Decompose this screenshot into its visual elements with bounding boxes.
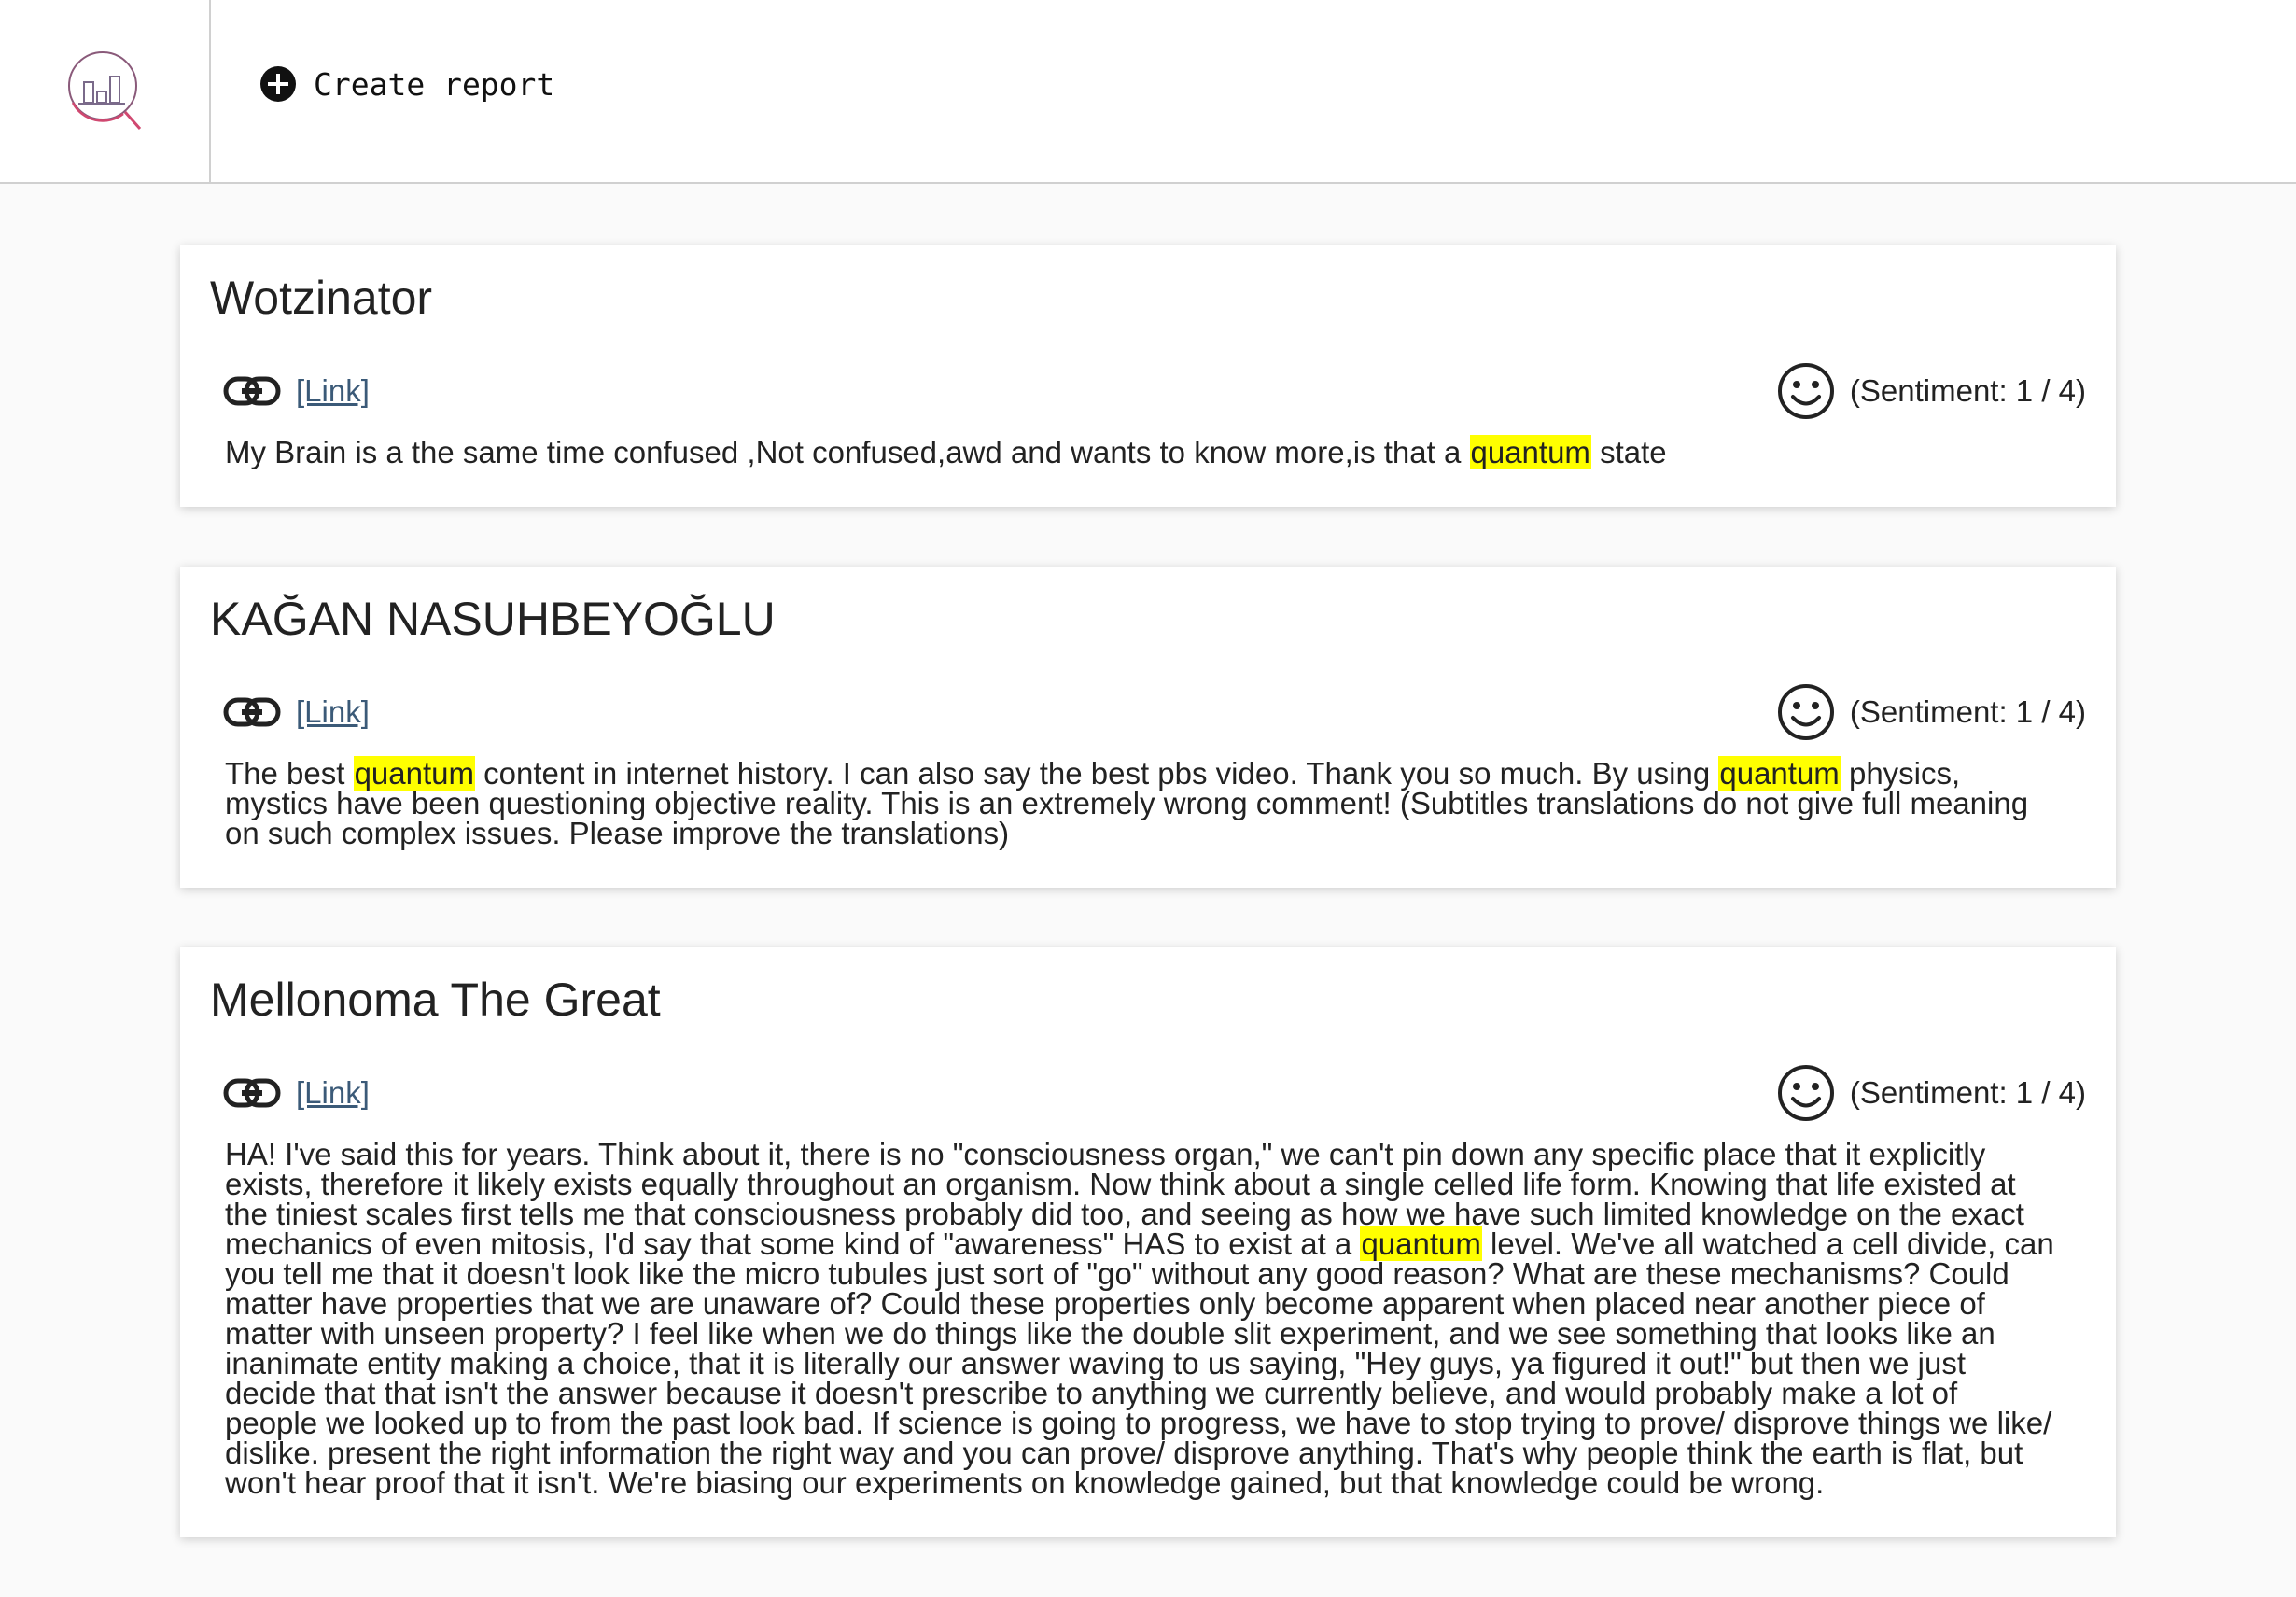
link-label[interactable]: [Link] <box>296 373 370 409</box>
sentiment: (Sentiment: 1 / 4) <box>1777 684 2086 740</box>
comment-card: KAĞAN NASUHBEYOĞLU [Link] (Sentiment: 1 … <box>180 567 2116 888</box>
link-icon <box>223 376 281 406</box>
comment-body: HA! I've said this for years. Think abou… <box>225 1139 2058 1500</box>
comment-author: Mellonoma The Great <box>210 974 661 1026</box>
comment-link[interactable]: [Link] <box>223 684 370 740</box>
comment-text-segment: state <box>1590 435 1667 469</box>
comment-meta: [Link] (Sentiment: 1 / 4) <box>210 363 2086 419</box>
create-report-button[interactable]: Create report <box>259 63 554 105</box>
comment-card: Mellonoma The Great [Link] (Sentiment: 1… <box>180 947 2116 1537</box>
top-bar: Create report <box>0 0 2296 184</box>
analytics-search-icon[interactable] <box>63 47 142 131</box>
sentiment-label: (Sentiment: 1 / 4) <box>1849 694 2086 729</box>
comment-link[interactable]: [Link] <box>223 1065 370 1121</box>
comment-feed: Wotzinator [Link] (Sentiment: 1 / 4) My … <box>180 245 2116 1597</box>
comment-text-segment: My Brain is a the same time confused ,No… <box>225 435 1470 469</box>
smiley-icon <box>1777 1065 1834 1121</box>
comment-body: The best quantum content in internet his… <box>225 756 2058 848</box>
sentiment-label: (Sentiment: 1 / 4) <box>1849 373 2086 408</box>
comment-card: Wotzinator [Link] (Sentiment: 1 / 4) My … <box>180 245 2116 507</box>
comment-body: My Brain is a the same time confused ,No… <box>225 435 2058 469</box>
smiley-icon <box>1777 684 1834 740</box>
plus-circle-icon <box>260 66 296 102</box>
link-label[interactable]: [Link] <box>296 694 370 730</box>
keyword-highlight: quantum <box>1469 435 1591 469</box>
sentiment: (Sentiment: 1 / 4) <box>1777 1065 2086 1121</box>
logo-cell <box>0 0 211 184</box>
comment-author: KAĞAN NASUHBEYOĞLU <box>210 593 776 645</box>
comment-meta: [Link] (Sentiment: 1 / 4) <box>210 1065 2086 1121</box>
link-label[interactable]: [Link] <box>296 1075 370 1111</box>
link-icon <box>223 697 281 727</box>
comment-link[interactable]: [Link] <box>223 363 370 419</box>
comment-text-segment: level. We've all watched a cell divide, … <box>225 1226 2054 1500</box>
sentiment: (Sentiment: 1 / 4) <box>1777 363 2086 419</box>
create-report-label: Create report <box>314 65 555 103</box>
comment-author: Wotzinator <box>210 272 433 324</box>
sentiment-label: (Sentiment: 1 / 4) <box>1849 1075 2086 1110</box>
smiley-icon <box>1777 363 1834 419</box>
link-icon <box>223 1078 281 1108</box>
comment-meta: [Link] (Sentiment: 1 / 4) <box>210 684 2086 740</box>
